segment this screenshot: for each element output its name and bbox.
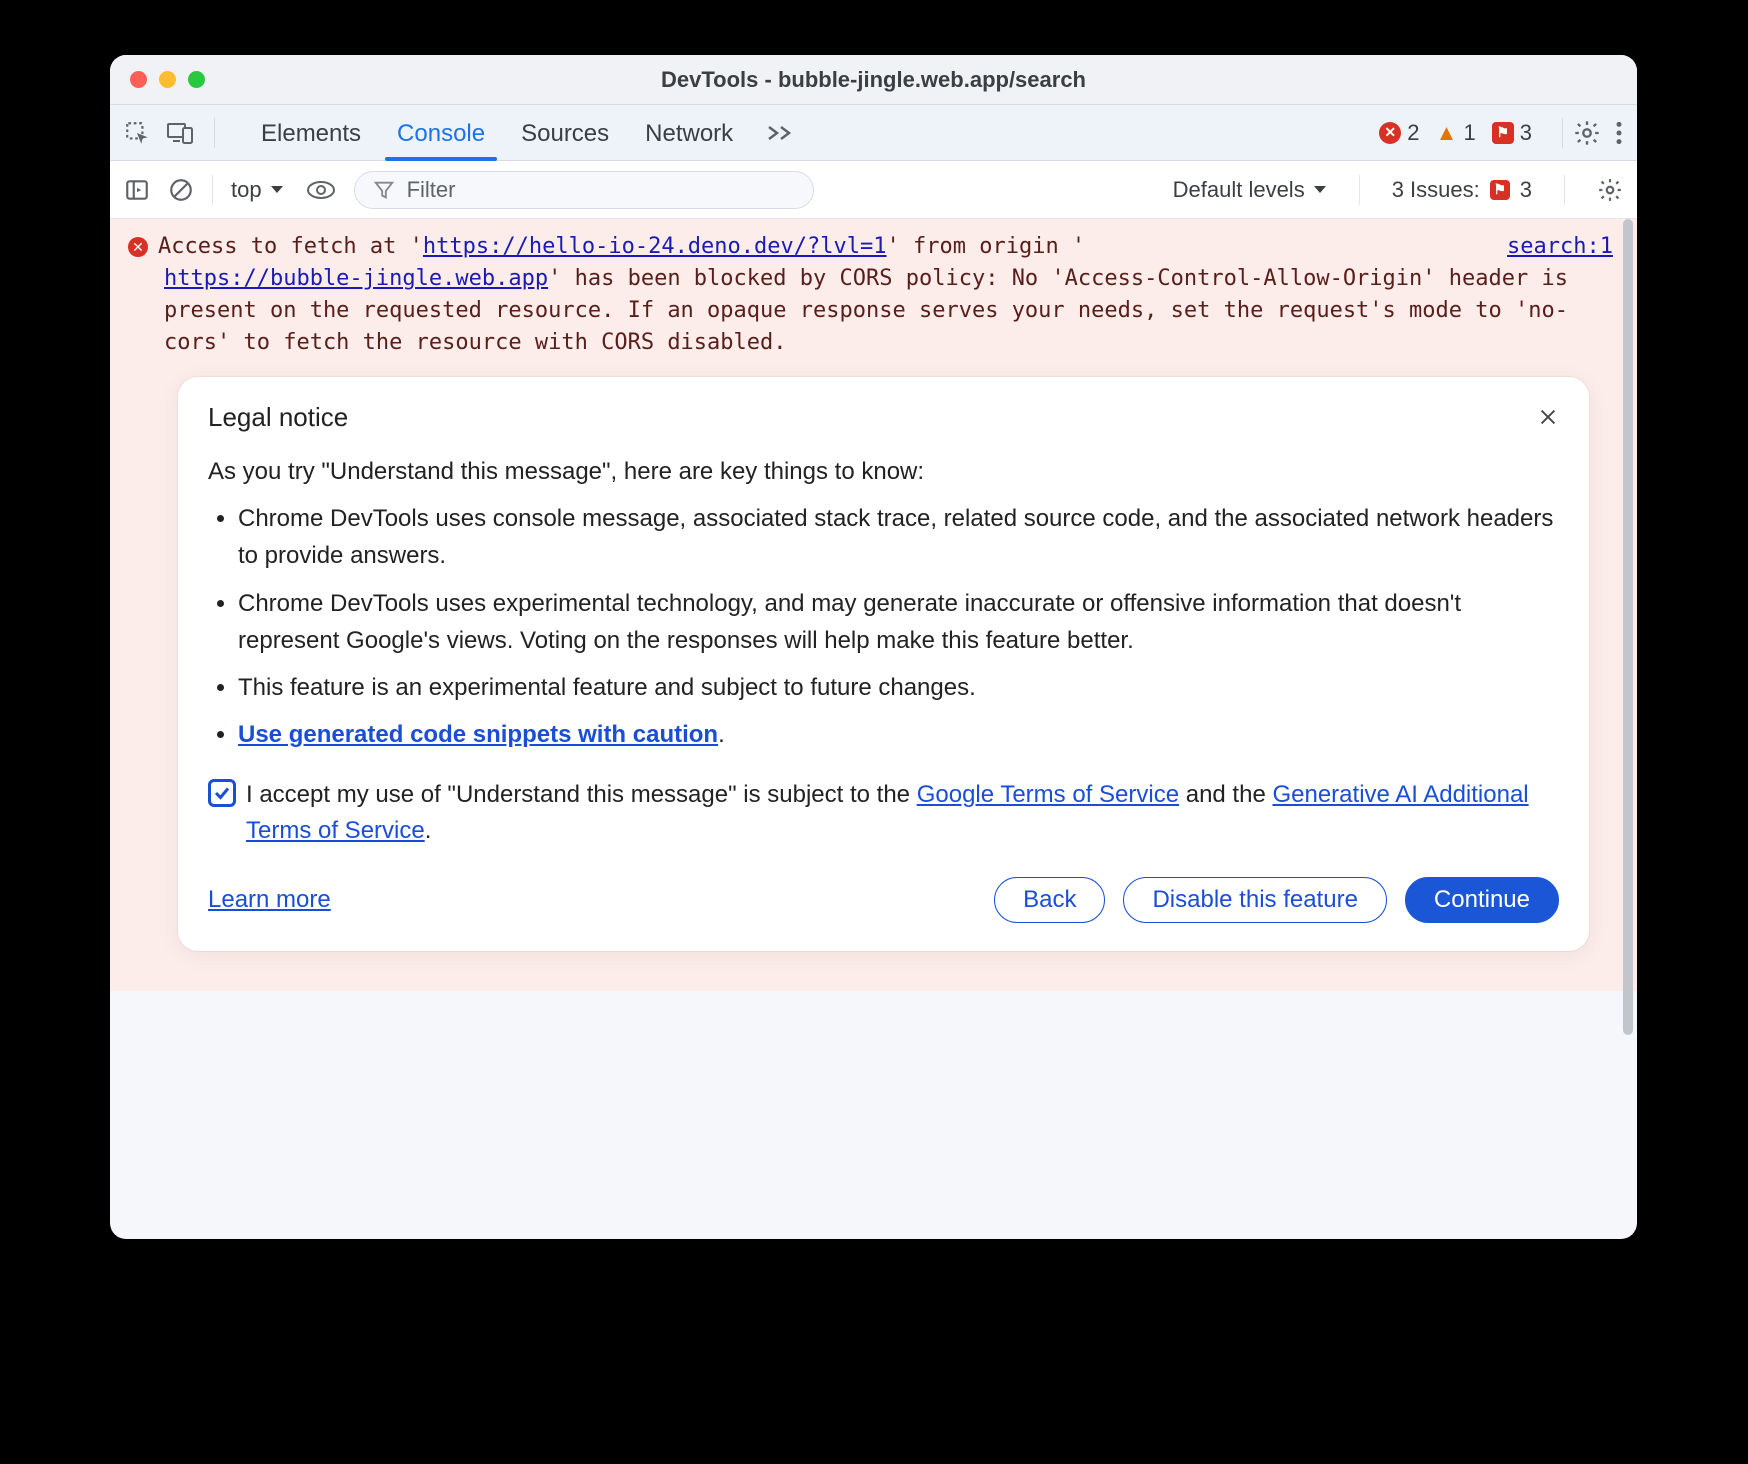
tab-console[interactable]: Console: [393, 108, 489, 158]
accept-text: I accept my use of "Understand this mess…: [246, 777, 1559, 849]
filter-icon: [373, 179, 395, 201]
status-counters: ✕ 2 ▲ 1 ⚑ 3: [1379, 120, 1532, 146]
error-counter[interactable]: ✕ 2: [1379, 120, 1419, 146]
kebab-menu-icon[interactable]: [1615, 120, 1623, 146]
zoom-window-button[interactable]: [188, 71, 205, 88]
titlebar: DevTools - bubble-jingle.web.app/search: [110, 55, 1637, 105]
scrollbar-thumb[interactable]: [1623, 219, 1633, 1035]
legal-notice-card: Legal notice As you try "Understand this…: [178, 377, 1589, 952]
card-title: Legal notice: [208, 399, 348, 437]
google-tos-link[interactable]: Google Terms of Service: [917, 781, 1179, 808]
close-card-button[interactable]: [1537, 406, 1559, 428]
tab-sources[interactable]: Sources: [517, 108, 613, 158]
warning-count: 1: [1464, 120, 1476, 146]
panel-tabs: Elements Console Sources Network: [257, 108, 795, 158]
window-controls: [110, 71, 205, 88]
disable-feature-button[interactable]: Disable this feature: [1123, 877, 1386, 923]
scrollbar[interactable]: [1623, 219, 1633, 1239]
live-expression-icon[interactable]: [306, 179, 336, 201]
context-selector-label: top: [231, 177, 262, 203]
tab-elements[interactable]: Elements: [257, 108, 365, 158]
main-tabbar: Elements Console Sources Network ✕ 2 ▲ 1…: [110, 105, 1637, 161]
close-window-button[interactable]: [130, 71, 147, 88]
error-url-link[interactable]: https://hello-io-24.deno.dev/?lvl=1: [423, 234, 887, 259]
learn-more-link[interactable]: Learn more: [208, 883, 331, 918]
error-url-link[interactable]: https://bubble-jingle.web.app: [164, 266, 548, 291]
filter-placeholder: Filter: [407, 177, 456, 203]
code-snippet-caution-link[interactable]: Use generated code snippets with caution: [238, 721, 718, 748]
settings-gear-icon[interactable]: [1573, 119, 1601, 147]
error-text: ' from origin ': [887, 234, 1086, 259]
log-level-label: Default levels: [1173, 177, 1305, 203]
context-selector[interactable]: top: [231, 177, 288, 203]
error-count: 2: [1407, 120, 1419, 146]
console-filterbar: top Filter Default levels 3 Issues: ⚑ 3: [110, 161, 1637, 219]
devtools-window: DevTools - bubble-jingle.web.app/search …: [110, 55, 1637, 1239]
continue-button[interactable]: Continue: [1405, 877, 1559, 923]
card-bullet: Chrome DevTools uses experimental techno…: [238, 585, 1559, 659]
tab-network[interactable]: Network: [641, 108, 737, 158]
back-button[interactable]: Back: [994, 877, 1105, 923]
issues-count: 3: [1520, 177, 1532, 203]
card-bullet: Use generated code snippets with caution…: [238, 716, 1559, 753]
issues-counter[interactable]: ⚑ 3: [1492, 120, 1532, 146]
error-icon: ✕: [128, 237, 148, 257]
card-bullet: Chrome DevTools uses console message, as…: [238, 500, 1559, 574]
toggle-sidebar-icon[interactable]: [124, 177, 150, 203]
device-toolbar-icon[interactable]: [166, 120, 194, 146]
divider: [1562, 118, 1563, 148]
accept-checkbox[interactable]: [208, 779, 236, 807]
console-error-row[interactable]: search:1 ✕ Access to fetch at 'https://h…: [110, 219, 1637, 991]
card-intro: As you try "Understand this message", he…: [208, 454, 1559, 490]
error-text: Access to fetch at ': [158, 234, 423, 259]
filter-input[interactable]: Filter: [354, 171, 814, 209]
clear-console-icon[interactable]: [168, 177, 194, 203]
divider: [212, 175, 213, 205]
divider: [1564, 175, 1565, 205]
console-content: search:1 ✕ Access to fetch at 'https://h…: [110, 219, 1637, 991]
divider: [1359, 175, 1360, 205]
inspect-element-icon[interactable]: [124, 120, 150, 146]
error-icon: ✕: [1379, 122, 1401, 144]
warning-icon: ▲: [1436, 122, 1458, 144]
card-bullet: This feature is an experimental feature …: [238, 669, 1559, 706]
issues-icon: ⚑: [1490, 180, 1510, 200]
log-level-selector[interactable]: Default levels: [1173, 177, 1327, 203]
more-tabs-button[interactable]: [765, 121, 795, 145]
console-settings-icon[interactable]: [1597, 177, 1623, 203]
issues-flag-count: 3: [1520, 120, 1532, 146]
divider: [214, 118, 215, 148]
minimize-window-button[interactable]: [159, 71, 176, 88]
warning-counter[interactable]: ▲ 1: [1436, 120, 1476, 146]
error-source-link[interactable]: search:1: [1507, 231, 1613, 263]
card-bullet-list: Chrome DevTools uses console message, as…: [208, 500, 1559, 753]
issues-flag-icon: ⚑: [1492, 122, 1514, 144]
window-title: DevTools - bubble-jingle.web.app/search: [110, 67, 1637, 93]
issues-label: 3 Issues:: [1392, 177, 1480, 203]
issues-link[interactable]: 3 Issues: ⚑ 3: [1392, 177, 1532, 203]
